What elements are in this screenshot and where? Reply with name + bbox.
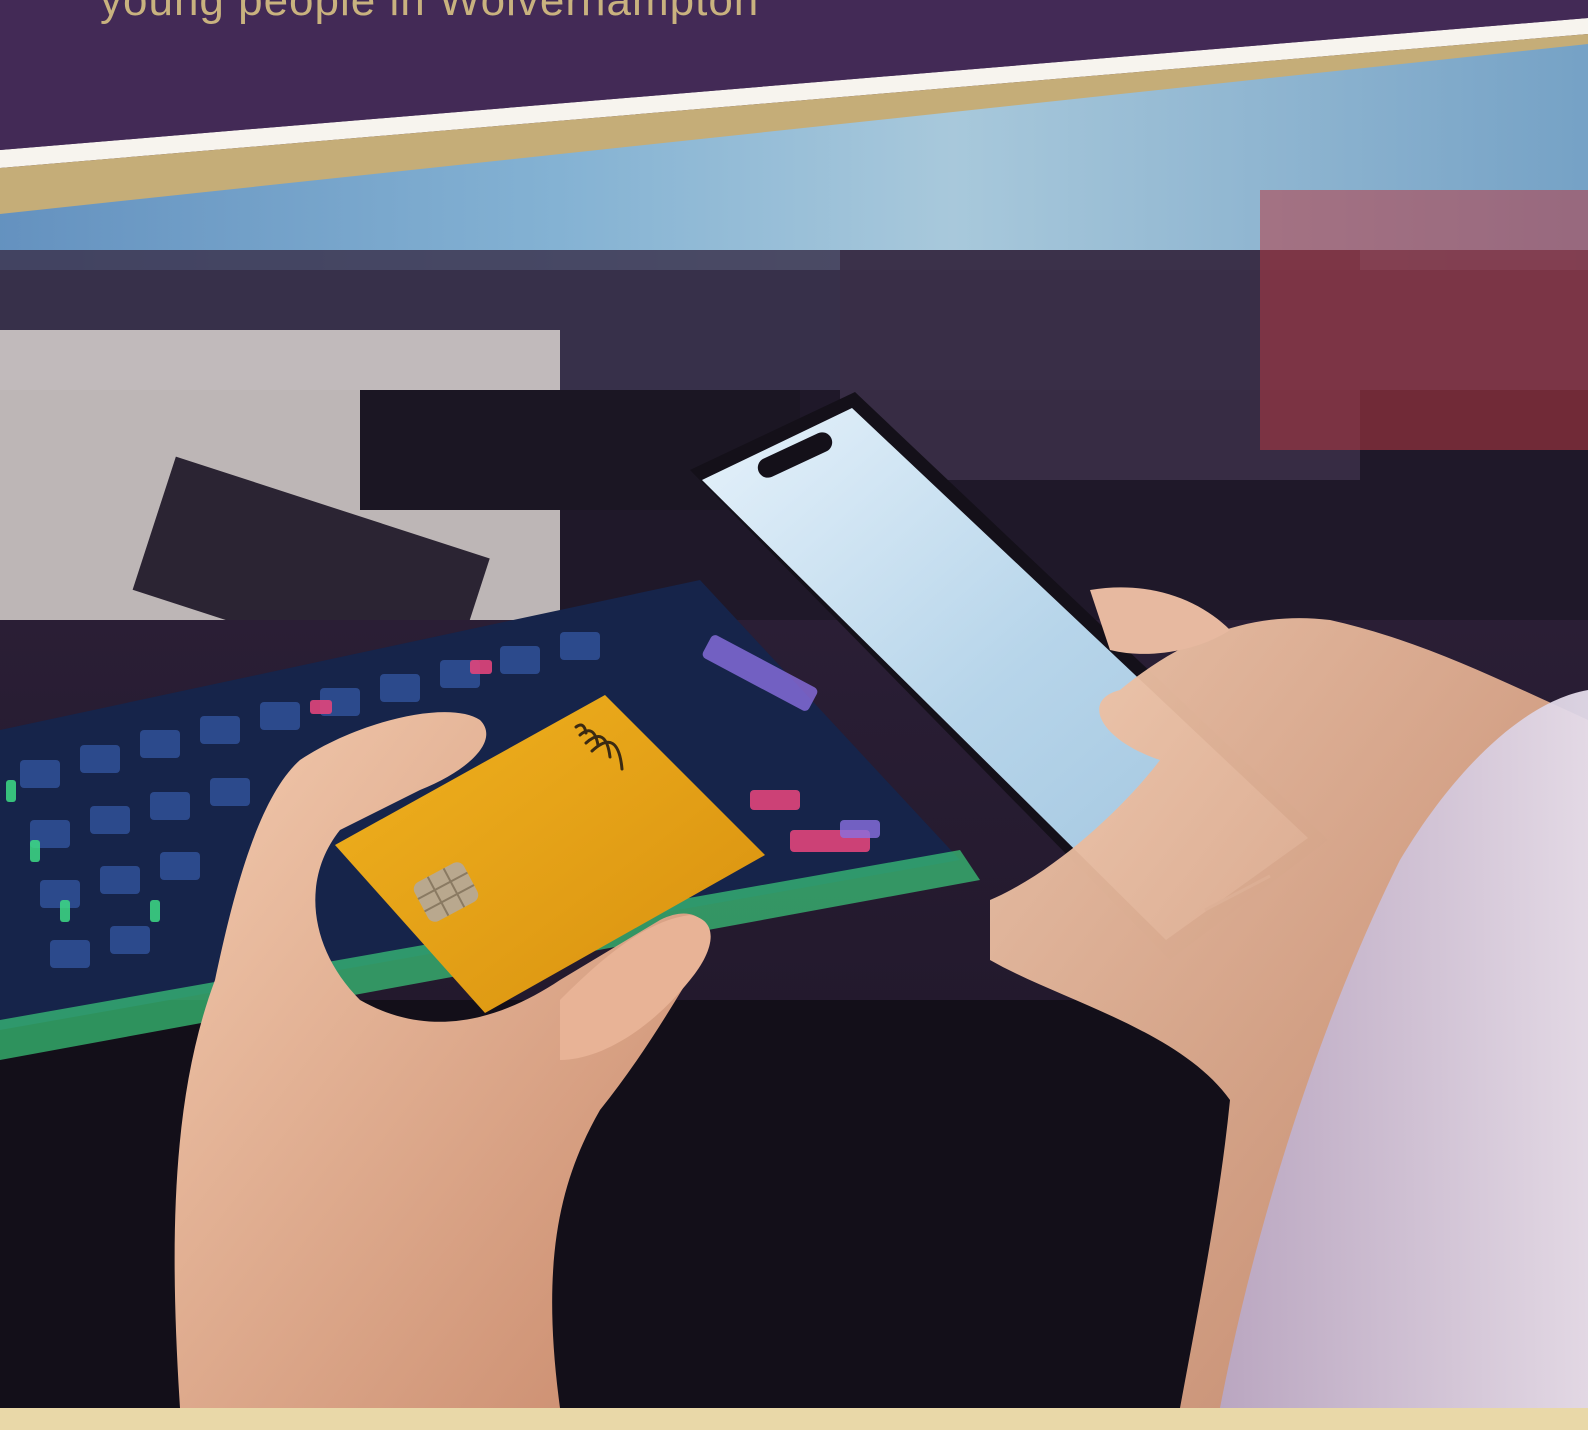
bottom-strip (0, 1408, 1588, 1430)
cover-photo (0, 0, 1588, 1430)
document-subtitle: young people in Wolverhampton (100, 0, 760, 25)
